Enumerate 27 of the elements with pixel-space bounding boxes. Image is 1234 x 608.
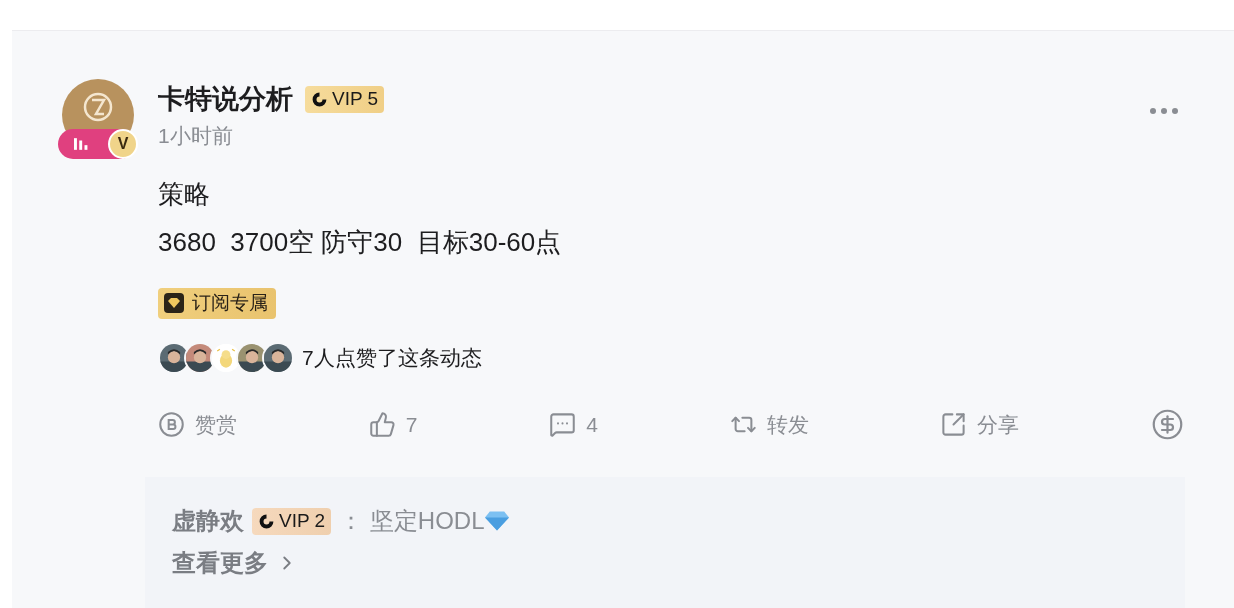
post-text: 3680 3700空 防守30 目标30-60点 — [158, 225, 563, 259]
post-text: 策略 — [158, 177, 211, 211]
vip-badge: VIP 2 — [252, 507, 332, 535]
tip-action[interactable] — [1150, 408, 1184, 441]
share-icon — [940, 411, 968, 438]
more-menu[interactable] — [1150, 108, 1178, 114]
vip-badge: VIP 5 — [305, 85, 385, 113]
dollar-icon — [1150, 408, 1184, 441]
vip-ring-icon — [258, 512, 275, 530]
view-more-link[interactable]: 查看更多 — [172, 545, 298, 581]
comment-text: ： 坚定HODL — [339, 506, 485, 536]
commenter-name[interactable]: 虚静欢 — [172, 503, 244, 539]
comment-action[interactable]: 4 — [549, 408, 598, 441]
post-time: 1小时前 — [158, 123, 234, 149]
coin-icon — [158, 411, 185, 438]
comment-icon — [549, 411, 577, 438]
author-name[interactable]: 卡特说分析 — [158, 78, 293, 120]
likes-summary[interactable]: 7人点赞了这条动态 — [302, 342, 482, 374]
audio-bars-icon — [74, 138, 88, 150]
vip-ring-icon — [311, 90, 328, 108]
reward-action[interactable]: 赞赏 — [158, 408, 237, 441]
like-action[interactable]: 7 — [368, 408, 418, 441]
verified-mark: V — [108, 129, 138, 159]
share-action[interactable]: 分享 — [940, 408, 1020, 441]
repost-action[interactable]: 转发 — [729, 408, 809, 441]
subscriber-tag: 订阅专属 — [158, 287, 276, 319]
thumbs-up-icon — [368, 411, 396, 438]
